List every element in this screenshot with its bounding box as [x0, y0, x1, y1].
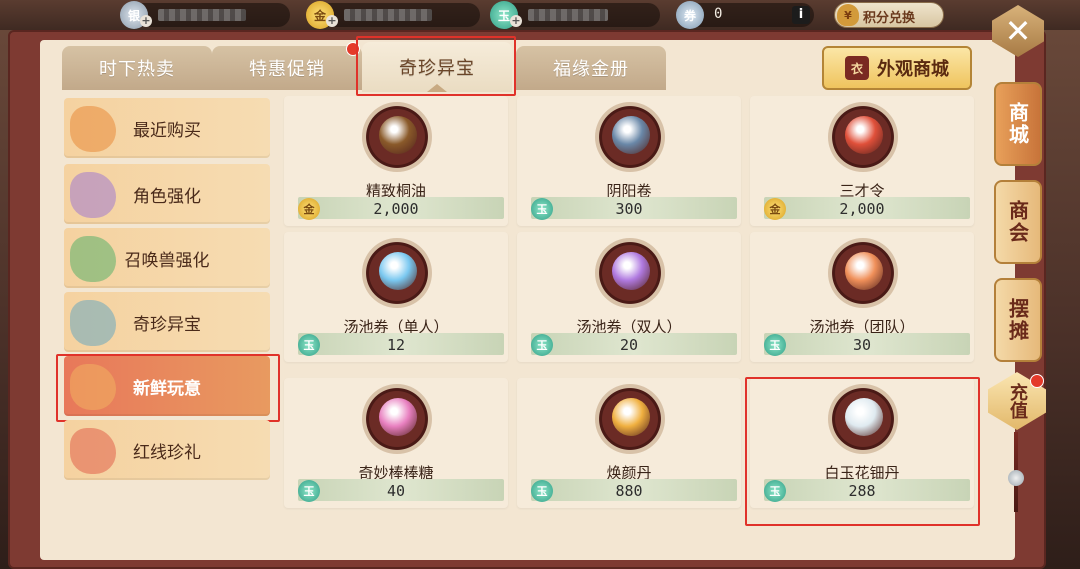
category-treasures[interactable]: 奇珍异宝 [64, 292, 270, 352]
tab-label: 福缘金册 [553, 59, 629, 80]
close-button[interactable]: ✕ [988, 4, 1048, 58]
golden-pill-icon [612, 398, 650, 436]
jade-value-hidden [528, 9, 608, 21]
category-label: 红线珍礼 [133, 442, 201, 463]
lollipop-icon [379, 398, 417, 436]
item-price: 12 [386, 336, 406, 354]
close-icon: ✕ [992, 5, 1044, 57]
category-label: 角色强化 [133, 186, 201, 207]
points-exchange-button[interactable]: ¥ 积分兑换 [834, 2, 944, 28]
category-label: 最近购买 [133, 120, 201, 141]
outfit-shop-label: 外观商城 [877, 59, 949, 80]
tab-label: 奇珍异宝 [399, 58, 475, 79]
category-character-boost[interactable]: 角色强化 [64, 164, 270, 224]
tab-treasures[interactable]: 奇珍异宝 [362, 42, 512, 92]
category-recent[interactable]: 最近购买 [64, 98, 270, 158]
money-bag-icon: ¥ [837, 4, 859, 26]
add-silver-icon[interactable]: + [140, 15, 152, 27]
item-card[interactable]: 焕颜丹玉 880 [517, 378, 741, 508]
item-card[interactable]: 白玉花钿丹玉 288 [750, 378, 974, 508]
treasures-icon [70, 300, 116, 346]
recharge-notification-dot [1030, 374, 1044, 388]
category-red-string-gifts[interactable]: 红线珍礼 [64, 420, 270, 480]
novelties-icon [70, 364, 116, 410]
red-string-gifts-icon [70, 428, 116, 474]
item-price: 288 [848, 482, 876, 500]
tab-label: 时下热卖 [99, 59, 175, 80]
gold-value-hidden [344, 9, 432, 21]
ticket-orange-icon [845, 252, 883, 290]
side-tab-stall[interactable]: 摆摊 [994, 278, 1042, 362]
add-gold-icon[interactable]: + [326, 15, 338, 27]
category-label: 新鲜玩意 [133, 378, 201, 399]
bucket-icon [379, 116, 417, 154]
white-pill-icon [845, 398, 883, 436]
side-tab-shop[interactable]: 商城 [994, 82, 1042, 166]
category-label: 奇珍异宝 [133, 314, 201, 335]
outfit-icon: 衣 [845, 56, 869, 80]
side-tab-guild[interactable]: 商会 [994, 180, 1042, 264]
points-exchange-label: 积分兑换 [863, 11, 916, 26]
item-price: 2,000 [839, 200, 885, 218]
ticket-purple-icon [612, 252, 650, 290]
item-price: 30 [852, 336, 872, 354]
item-card[interactable]: 精致桐油金 2,000 [284, 96, 508, 226]
category-pet-boost[interactable]: 召唤兽强化 [64, 228, 270, 288]
gold-currency[interactable]: 金 + [306, 1, 480, 29]
ticket-icon: 券 [676, 1, 704, 29]
ticket-value: 0 [714, 6, 723, 22]
tab-hot-sale[interactable]: 时下热卖 [62, 46, 212, 90]
currency-bar: 银 + 金 + 玉 + 券 0 i ¥ 积分兑换 [0, 0, 1080, 30]
character-boost-icon [70, 172, 116, 218]
side-tab-label: 商城 [1005, 102, 1030, 146]
tassel-bead-decoration [1008, 470, 1024, 486]
tab-fortune-book[interactable]: 福缘金册 [516, 46, 666, 90]
scroll-icon [612, 116, 650, 154]
item-price: 40 [386, 482, 406, 500]
recharge-label: 充值 [1007, 383, 1028, 419]
item-card[interactable]: 汤池券（双人）玉 20 [517, 232, 741, 362]
item-card[interactable]: 汤池券（单人）玉 12 [284, 232, 508, 362]
tab-label: 特惠促销 [249, 59, 325, 80]
jade-currency[interactable]: 玉 + [490, 1, 660, 29]
item-price: 300 [615, 200, 643, 218]
item-price: 20 [619, 336, 639, 354]
side-tab-label: 摆摊 [1005, 298, 1030, 342]
category-label: 召唤兽强化 [124, 250, 210, 271]
item-card[interactable]: 阴阳卷玉 300 [517, 96, 741, 226]
recent-icon [70, 106, 116, 152]
ticket-blue-icon [379, 252, 417, 290]
outfit-shop-button[interactable]: 衣 外观商城 [822, 46, 972, 90]
item-price: 2,000 [373, 200, 419, 218]
item-card[interactable]: 奇妙棒棒糖玉 40 [284, 378, 508, 508]
tab-discount[interactable]: 特惠促销 [212, 46, 362, 90]
pet-boost-icon [70, 236, 116, 282]
item-card[interactable]: 三才令金 2,000 [750, 96, 974, 226]
silver-currency[interactable]: 银 + [120, 1, 290, 29]
item-card[interactable]: 汤池券（团队）玉 30 [750, 232, 974, 362]
silver-value-hidden [158, 9, 246, 21]
add-jade-icon[interactable]: + [510, 15, 522, 27]
notification-dot [346, 42, 360, 56]
item-price: 880 [615, 482, 643, 500]
talisman-icon [845, 116, 883, 154]
ticket-currency[interactable]: 券 0 i [676, 1, 814, 29]
info-icon[interactable]: i [792, 6, 810, 24]
category-novelties[interactable]: 新鲜玩意 [64, 356, 270, 416]
side-tab-label: 商会 [1005, 200, 1030, 244]
